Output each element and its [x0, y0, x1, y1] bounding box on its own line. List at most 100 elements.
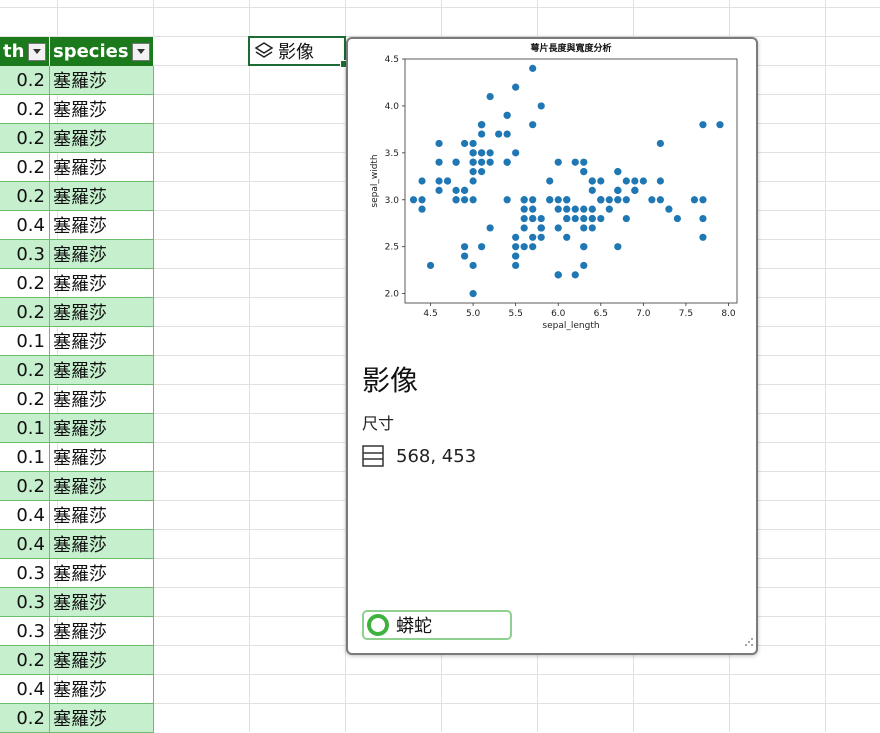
- data-point: [486, 158, 494, 166]
- cell-petal-width[interactable]: 0.1: [0, 443, 50, 472]
- resize-grip-icon[interactable]: [744, 632, 754, 651]
- cell-petal-width[interactable]: 0.1: [0, 414, 50, 443]
- table-row: 0.3 塞羅莎: [0, 559, 154, 588]
- data-point: [520, 205, 528, 213]
- data-point: [460, 196, 469, 204]
- cell-species[interactable]: 塞羅莎: [50, 704, 154, 733]
- cell-species[interactable]: 塞羅莎: [50, 66, 154, 95]
- cell-species[interactable]: 塞羅莎: [50, 443, 154, 472]
- cell-petal-width[interactable]: 0.2: [0, 182, 50, 211]
- cell-petal-width[interactable]: 0.2: [0, 385, 50, 414]
- cell-species[interactable]: 塞羅莎: [50, 327, 154, 356]
- chart-title: 萼片長度與寬度分析: [530, 42, 611, 54]
- scatter-chart: 萼片長度與寬度分析 4.5 5.0 5.5 6.0 6.5 7.0 7.5 8.0 2.0 2.5 3…: [370, 42, 738, 331]
- y-tick-label: 4.0: [385, 102, 400, 112]
- table-header: th species: [0, 37, 154, 66]
- column-header-species[interactable]: species: [50, 37, 154, 66]
- x-tick-label: 7.5: [679, 309, 693, 319]
- data-point: [580, 168, 588, 176]
- column-header-label: species: [53, 41, 129, 62]
- cell-species[interactable]: 塞羅莎: [50, 95, 154, 124]
- cell-petal-width[interactable]: 0.3: [0, 617, 50, 646]
- cell-species[interactable]: 塞羅莎: [50, 675, 154, 704]
- cell-petal-width[interactable]: 0.2: [0, 646, 50, 675]
- cell-petal-width[interactable]: 0.3: [0, 559, 50, 588]
- x-tick-label: 6.0: [551, 309, 566, 319]
- column-header-petal-width[interactable]: th: [0, 37, 50, 66]
- cell-species[interactable]: 塞羅莎: [50, 153, 154, 182]
- cell-species[interactable]: 塞羅莎: [50, 501, 154, 530]
- cell-petal-width[interactable]: 0.3: [0, 588, 50, 617]
- data-table: th species 0.2 塞羅莎 0.2 塞羅莎 0.2 塞羅莎 0.2 塞羅莎 0.2 塞羅…: [0, 37, 154, 733]
- cell-petal-width[interactable]: 0.4: [0, 675, 50, 704]
- x-tick-label: 6.5: [594, 309, 608, 319]
- filter-dropdown-icon[interactable]: [28, 42, 46, 61]
- y-tick-label: 4.5: [385, 55, 399, 65]
- cell-petal-width[interactable]: 0.2: [0, 124, 50, 153]
- y-axis-label: sepal_width: [370, 154, 380, 207]
- data-point: [460, 243, 469, 251]
- data-point: [529, 233, 537, 241]
- table-row: 0.2 塞羅莎: [0, 153, 154, 182]
- cell-species[interactable]: 塞羅莎: [50, 530, 154, 559]
- cell-species[interactable]: 塞羅莎: [50, 298, 154, 327]
- data-point: [529, 214, 537, 223]
- filter-dropdown-icon[interactable]: [132, 42, 150, 61]
- cell-petal-width[interactable]: 0.4: [0, 501, 50, 530]
- cell-species[interactable]: 塞羅莎: [50, 240, 154, 269]
- cell-species[interactable]: 塞羅莎: [50, 559, 154, 588]
- active-cell-image[interactable]: 影像: [248, 36, 348, 68]
- cell-species[interactable]: 塞羅莎: [50, 646, 154, 675]
- data-point: [529, 121, 537, 129]
- python-source-button[interactable]: 蟒蛇: [362, 610, 512, 640]
- cell-species[interactable]: 塞羅莎: [50, 617, 154, 646]
- cell-species[interactable]: 塞羅莎: [50, 385, 154, 414]
- cell-species[interactable]: 塞羅莎: [50, 269, 154, 298]
- cell-petal-width[interactable]: 0.2: [0, 153, 50, 182]
- data-point: [537, 102, 545, 110]
- cell-petal-width[interactable]: 0.2: [0, 472, 50, 501]
- cell-species[interactable]: 塞羅莎: [50, 182, 154, 211]
- cell-petal-width[interactable]: 0.2: [0, 66, 50, 95]
- data-point: [537, 233, 545, 241]
- data-point: [452, 158, 460, 166]
- cell-petal-width[interactable]: 0.2: [0, 95, 50, 124]
- cell-petal-width[interactable]: 0.4: [0, 211, 50, 240]
- table-row: 0.2 塞羅莎: [0, 646, 154, 675]
- data-point: [554, 196, 562, 204]
- python-source-label: 蟒蛇: [396, 616, 432, 637]
- table-row: 0.4 塞羅莎: [0, 501, 154, 530]
- cell-petal-width[interactable]: 0.2: [0, 356, 50, 385]
- cell-petal-width[interactable]: 0.1: [0, 327, 50, 356]
- x-tick-label: 4.5: [423, 309, 437, 319]
- cell-petal-width[interactable]: 0.2: [0, 298, 50, 327]
- y-tick-label: 2.0: [385, 290, 400, 300]
- x-tick-label: 8.0: [721, 309, 736, 319]
- data-point: [503, 111, 511, 119]
- cell-petal-width[interactable]: 0.4: [0, 530, 50, 559]
- cell-species[interactable]: 塞羅莎: [50, 124, 154, 153]
- cell-petal-width[interactable]: 0.2: [0, 269, 50, 298]
- cell-species[interactable]: 塞羅莎: [50, 588, 154, 617]
- table-row: 0.2 塞羅莎: [0, 124, 154, 153]
- data-point: [469, 261, 477, 270]
- layers-icon: [254, 41, 274, 61]
- cell-petal-width[interactable]: 0.2: [0, 704, 50, 733]
- data-point: [529, 196, 537, 204]
- data-point: [588, 214, 596, 223]
- cell-species[interactable]: 塞羅莎: [50, 472, 154, 501]
- data-point: [563, 196, 571, 204]
- data-point: [546, 196, 554, 204]
- cell-species[interactable]: 塞羅莎: [50, 356, 154, 385]
- data-point: [690, 196, 699, 204]
- cell-petal-width[interactable]: 0.3: [0, 240, 50, 269]
- data-point: [554, 271, 562, 279]
- cell-species[interactable]: 塞羅莎: [50, 414, 154, 443]
- x-tick-label: 7.0: [636, 309, 651, 319]
- data-point: [520, 214, 528, 223]
- x-tick-label: 5.0: [466, 309, 481, 319]
- data-point: [486, 149, 494, 157]
- data-point: [588, 186, 596, 194]
- cell-species[interactable]: 塞羅莎: [50, 211, 154, 240]
- data-point: [571, 205, 579, 213]
